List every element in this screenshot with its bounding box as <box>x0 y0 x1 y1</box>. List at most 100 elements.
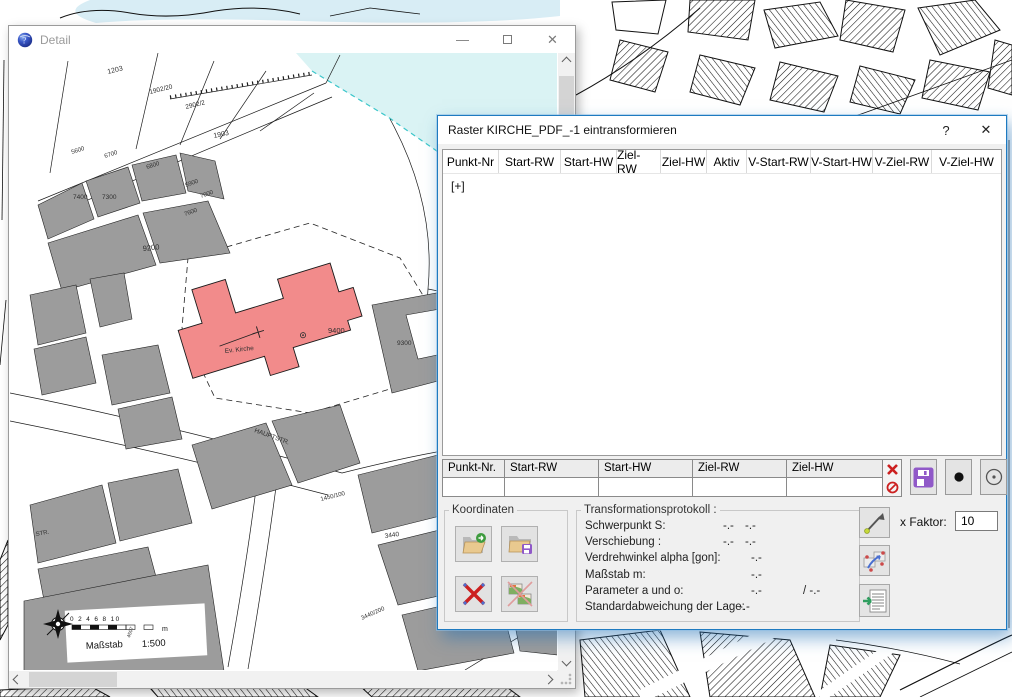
maximize-icon <box>503 35 512 44</box>
column-header-aktiv[interactable]: Aktiv <box>707 150 747 173</box>
points-table-header: Punkt-Nr Start-RW Start-HW Ziel-RW Ziel-… <box>443 150 1001 174</box>
dialog-close-button[interactable]: ✕ <box>966 116 1006 144</box>
start-rw-input[interactable] <box>505 478 598 495</box>
protokoll-row-massstab: Maßstab m: -.- <box>585 567 851 583</box>
faktor-input[interactable] <box>955 511 998 531</box>
entry-header-start-hw: Start-HW <box>599 460 692 478</box>
scroll-up-icon[interactable] <box>562 57 572 67</box>
protokoll-row-verschiebung: Verschiebung : -.- -.- <box>585 534 851 550</box>
report-icon <box>862 588 888 614</box>
map-parcel-label: 7300 <box>102 194 117 201</box>
column-header-start-hw[interactable]: Start-HW <box>561 150 617 173</box>
delete-icon[interactable] <box>886 463 899 476</box>
protokoll-row-value2 <box>803 599 851 615</box>
open-coordinates-button[interactable] <box>455 526 492 562</box>
report-button[interactable] <box>859 584 890 617</box>
ziel-rw-input[interactable] <box>693 478 786 495</box>
protokoll-row-standardabweichung: Standardabweichung der Lage: -.- <box>585 599 851 615</box>
point-circle-style-button[interactable] <box>980 459 1007 495</box>
point-style-button[interactable] <box>945 459 972 495</box>
protokoll-row-value2: -.- <box>745 534 851 550</box>
help-button[interactable]: ? <box>926 116 966 144</box>
scale-numbers: 0 2 4 6 8 10 <box>70 616 121 623</box>
protokoll-row-value: -.- <box>751 583 803 599</box>
protokoll-row-parameter: Parameter a und o: -.- / -.- <box>585 583 851 599</box>
points-table-body[interactable]: [+] <box>443 174 1001 198</box>
remove-raster-icon <box>507 581 533 607</box>
points-table: Punkt-Nr Start-RW Start-HW Ziel-RW Ziel-… <box>442 149 1002 456</box>
entry-header-ziel-hw: Ziel-HW <box>787 460 882 478</box>
map-parcel-label: 7400 <box>73 194 88 201</box>
svg-text:?: ? <box>22 35 26 45</box>
start-hw-input[interactable] <box>599 478 692 495</box>
screen: ? Detail — ✕ <box>0 0 1012 697</box>
column-header-v-ziel-hw[interactable]: V-Ziel-HW <box>932 150 1001 173</box>
entry-header-punkt-nr: Punkt-Nr. <box>443 460 504 478</box>
delete-points-button[interactable] <box>455 576 492 612</box>
ziel-hw-input[interactable] <box>787 478 882 495</box>
detail-titlebar[interactable]: ? Detail — ✕ <box>9 26 575 53</box>
maximize-button[interactable] <box>485 26 530 53</box>
punkt-nr-input[interactable] <box>443 478 504 495</box>
save-icon <box>913 467 934 488</box>
map-parcel-label: 9300 <box>397 340 412 347</box>
protokoll-row-value: -.- <box>751 567 803 583</box>
point-icon <box>950 468 968 486</box>
dialog-title: Raster KIRCHE_PDF_-1 eintransformieren <box>448 123 677 137</box>
scale-label: Maßstab <box>86 639 123 652</box>
protokoll-row-schwerpunkt: Schwerpunkt S: -.- -.- <box>585 518 851 534</box>
close-button[interactable]: ✕ <box>530 26 575 53</box>
horizontal-scroll-thumb[interactable] <box>29 672 117 687</box>
protokoll-row-label: Verdrehwinkel alpha [gon]: <box>585 550 751 566</box>
column-header-punkt-nr[interactable]: Punkt-Nr <box>443 150 499 173</box>
globe-icon: ? <box>17 32 33 48</box>
map-parcel-label: 9200 <box>142 242 160 253</box>
column-header-v-start-rw[interactable]: V-Start-RW <box>747 150 811 173</box>
protokoll-row-value2: / -.- <box>803 583 851 599</box>
protokoll-row-label: Standardabweichung der Lage: <box>585 599 751 615</box>
column-header-v-ziel-rw[interactable]: V-Ziel-RW <box>873 150 932 173</box>
protokoll-row-value2 <box>803 567 851 583</box>
detail-window-title: Detail <box>40 33 71 47</box>
pick-point-button[interactable] <box>859 507 890 538</box>
transform-dialog: Raster KIRCHE_PDF_-1 eintransformieren ?… <box>437 115 1007 630</box>
minimize-button[interactable]: — <box>440 26 485 53</box>
protokoll-row-value2 <box>803 550 851 566</box>
background-water <box>60 0 560 23</box>
pick-point-icon <box>863 511 887 535</box>
transform-points-button[interactable] <box>859 545 890 576</box>
protokoll-row-value: -.- <box>751 550 803 566</box>
dialog-titlebar[interactable]: Raster KIRCHE_PDF_-1 eintransformieren ?… <box>438 116 1006 144</box>
open-coordinates-icon <box>461 532 487 556</box>
point-entry-row: Punkt-Nr. Start-RW Start-HW Ziel-RW Ziel… <box>442 459 1007 497</box>
faktor-label: x Faktor: <box>900 515 947 529</box>
forbid-icon[interactable] <box>886 481 899 494</box>
remove-raster-button[interactable] <box>501 576 538 612</box>
protokoll-label: Transformationsprotokoll : <box>581 504 720 516</box>
protokoll-row-label: Parameter a und o: <box>585 583 751 599</box>
protokoll-group: Transformationsprotokoll : Schwerpunkt S… <box>576 504 860 622</box>
scroll-down-icon[interactable] <box>562 657 572 667</box>
point-entry-table: Punkt-Nr. Start-RW Start-HW Ziel-RW Ziel… <box>442 459 883 497</box>
protokoll-row-label: Maßstab m: <box>585 567 751 583</box>
entry-header-start-rw: Start-RW <box>505 460 598 478</box>
protokoll-row-value2: -.- <box>745 518 851 534</box>
point-circle-icon <box>984 467 1004 487</box>
map-parcel-label: 9400 <box>328 326 345 335</box>
column-header-start-rw[interactable]: Start-RW <box>499 150 561 173</box>
save-points-button[interactable] <box>910 459 937 495</box>
save-coordinates-button[interactable] <box>501 526 538 562</box>
transform-points-icon <box>862 548 888 574</box>
koordinaten-label: Koordinaten <box>449 504 517 516</box>
save-coordinates-icon <box>507 532 533 556</box>
add-row-cell[interactable]: [+] <box>451 179 465 193</box>
scale-bar: 0 2 4 6 8 10 m Maßstab 1:500 <box>65 603 208 662</box>
entry-cancel-column <box>883 459 902 497</box>
scroll-right-icon[interactable] <box>544 675 554 685</box>
column-header-ziel-hw[interactable]: Ziel-HW <box>661 150 707 173</box>
column-header-ziel-rw[interactable]: Ziel-RW <box>617 150 661 173</box>
scroll-left-icon[interactable] <box>13 675 23 685</box>
protokoll-row-value: -.- <box>739 599 803 615</box>
column-header-v-start-hw[interactable]: V-Start-HW <box>811 150 873 173</box>
resize-grip[interactable] <box>557 670 575 688</box>
